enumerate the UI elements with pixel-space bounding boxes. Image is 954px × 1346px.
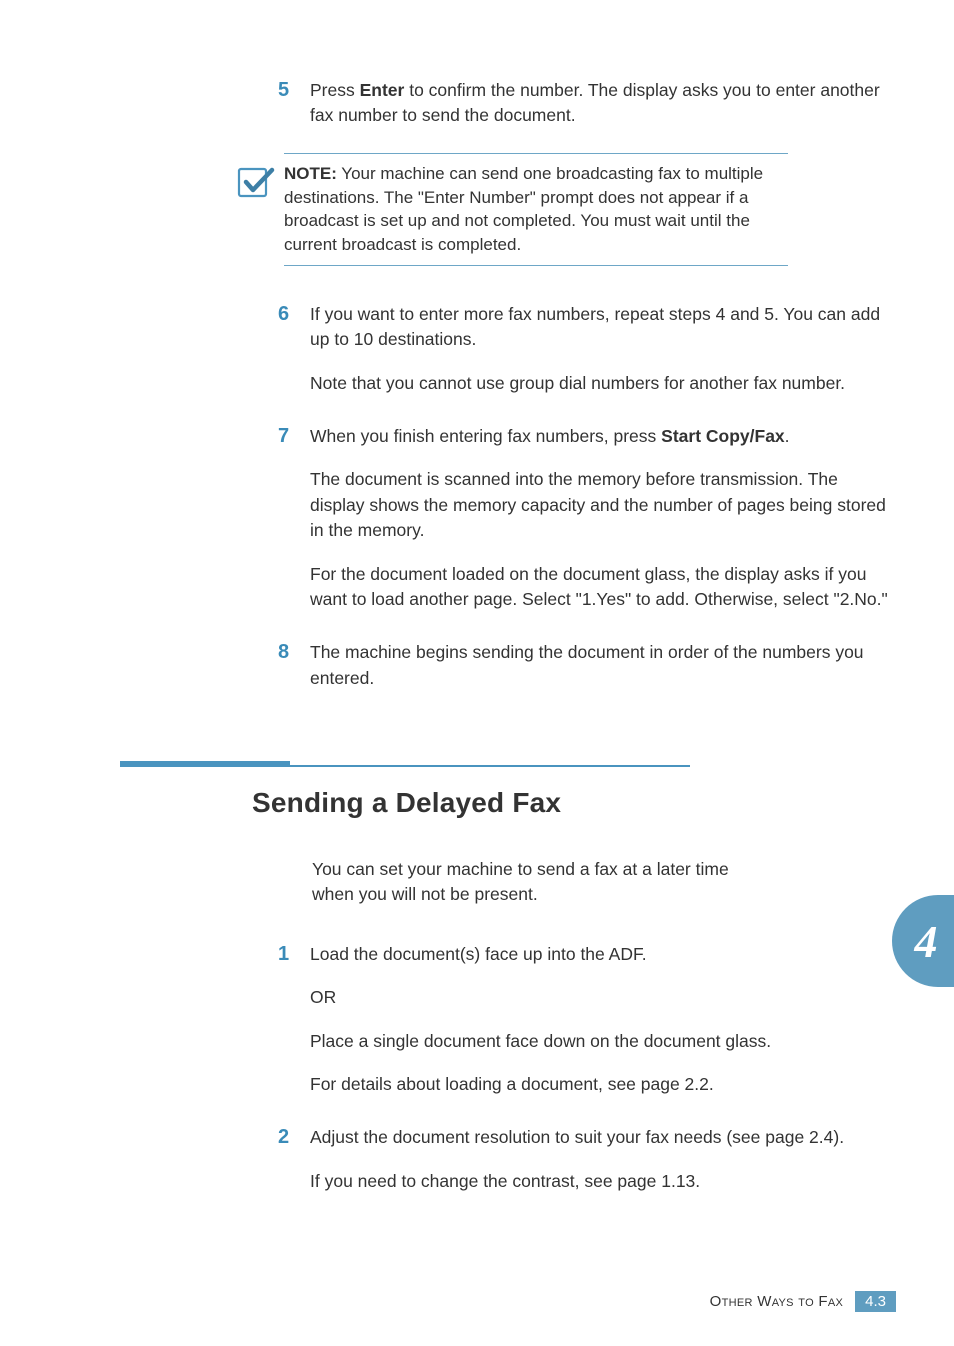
step-5: 5 Press Enter to confirm the number. The… [278, 78, 894, 129]
note-label: NOTE: [284, 164, 337, 183]
chapter-tab: 4 [892, 895, 954, 987]
section-intro: You can set your machine to send a fax a… [312, 857, 742, 908]
step-paragraph: OR [310, 985, 894, 1010]
step-paragraph: For details about loading a document, se… [310, 1072, 894, 1097]
step-number: 5 [278, 78, 310, 129]
note-box: NOTE: Your machine can send one broadcas… [228, 153, 788, 266]
step-body: Press Enter to confirm the number. The d… [310, 78, 894, 129]
step-paragraph: Place a single document face down on the… [310, 1029, 894, 1054]
page-number-badge: 4.3 [855, 1291, 896, 1312]
step-body: Load the document(s) face up into the AD… [310, 942, 894, 1098]
note-text: NOTE: Your machine can send one broadcas… [284, 162, 788, 257]
divider [284, 265, 788, 266]
step-paragraph: If you need to change the contrast, see … [310, 1169, 894, 1194]
note-body: Your machine can send one broadcasting f… [284, 164, 763, 254]
step-paragraph: Press Enter to confirm the number. The d… [310, 78, 894, 129]
step-number: 1 [278, 942, 310, 1098]
step-2: 2 Adjust the document resolution to suit… [278, 1125, 894, 1194]
step-paragraph: Note that you cannot use group dial numb… [310, 371, 894, 396]
step-body: If you want to enter more fax numbers, r… [310, 302, 894, 396]
step-8: 8 The machine begins sending the documen… [278, 640, 894, 691]
chapter-number: 4 [909, 915, 938, 968]
footer-label: Other Ways to Fax [710, 1293, 843, 1310]
step-body: The machine begins sending the document … [310, 640, 894, 691]
checkmark-note-icon [228, 162, 284, 202]
step-paragraph: When you finish entering fax numbers, pr… [310, 424, 894, 449]
step-7: 7 When you finish entering fax numbers, … [278, 424, 894, 612]
step-body: Adjust the document resolution to suit y… [310, 1125, 894, 1194]
step-body: When you finish entering fax numbers, pr… [310, 424, 894, 612]
step-paragraph: For the document loaded on the document … [310, 562, 894, 613]
step-paragraph: If you want to enter more fax numbers, r… [310, 302, 894, 353]
step-paragraph: Load the document(s) face up into the AD… [310, 942, 894, 967]
step-number: 2 [278, 1125, 310, 1194]
step-paragraph: Adjust the document resolution to suit y… [310, 1125, 894, 1150]
step-paragraph: The machine begins sending the document … [310, 640, 894, 691]
step-number: 6 [278, 302, 310, 396]
page-footer: Other Ways to Fax 4.3 [710, 1291, 896, 1312]
step-paragraph: The document is scanned into the memory … [310, 467, 894, 543]
step-6: 6 If you want to enter more fax numbers,… [278, 302, 894, 396]
section-heading: Sending a Delayed Fax [252, 787, 894, 819]
step-number: 8 [278, 640, 310, 691]
step-number: 7 [278, 424, 310, 612]
step-1: 1 Load the document(s) face up into the … [278, 942, 894, 1098]
section-divider [120, 761, 690, 767]
